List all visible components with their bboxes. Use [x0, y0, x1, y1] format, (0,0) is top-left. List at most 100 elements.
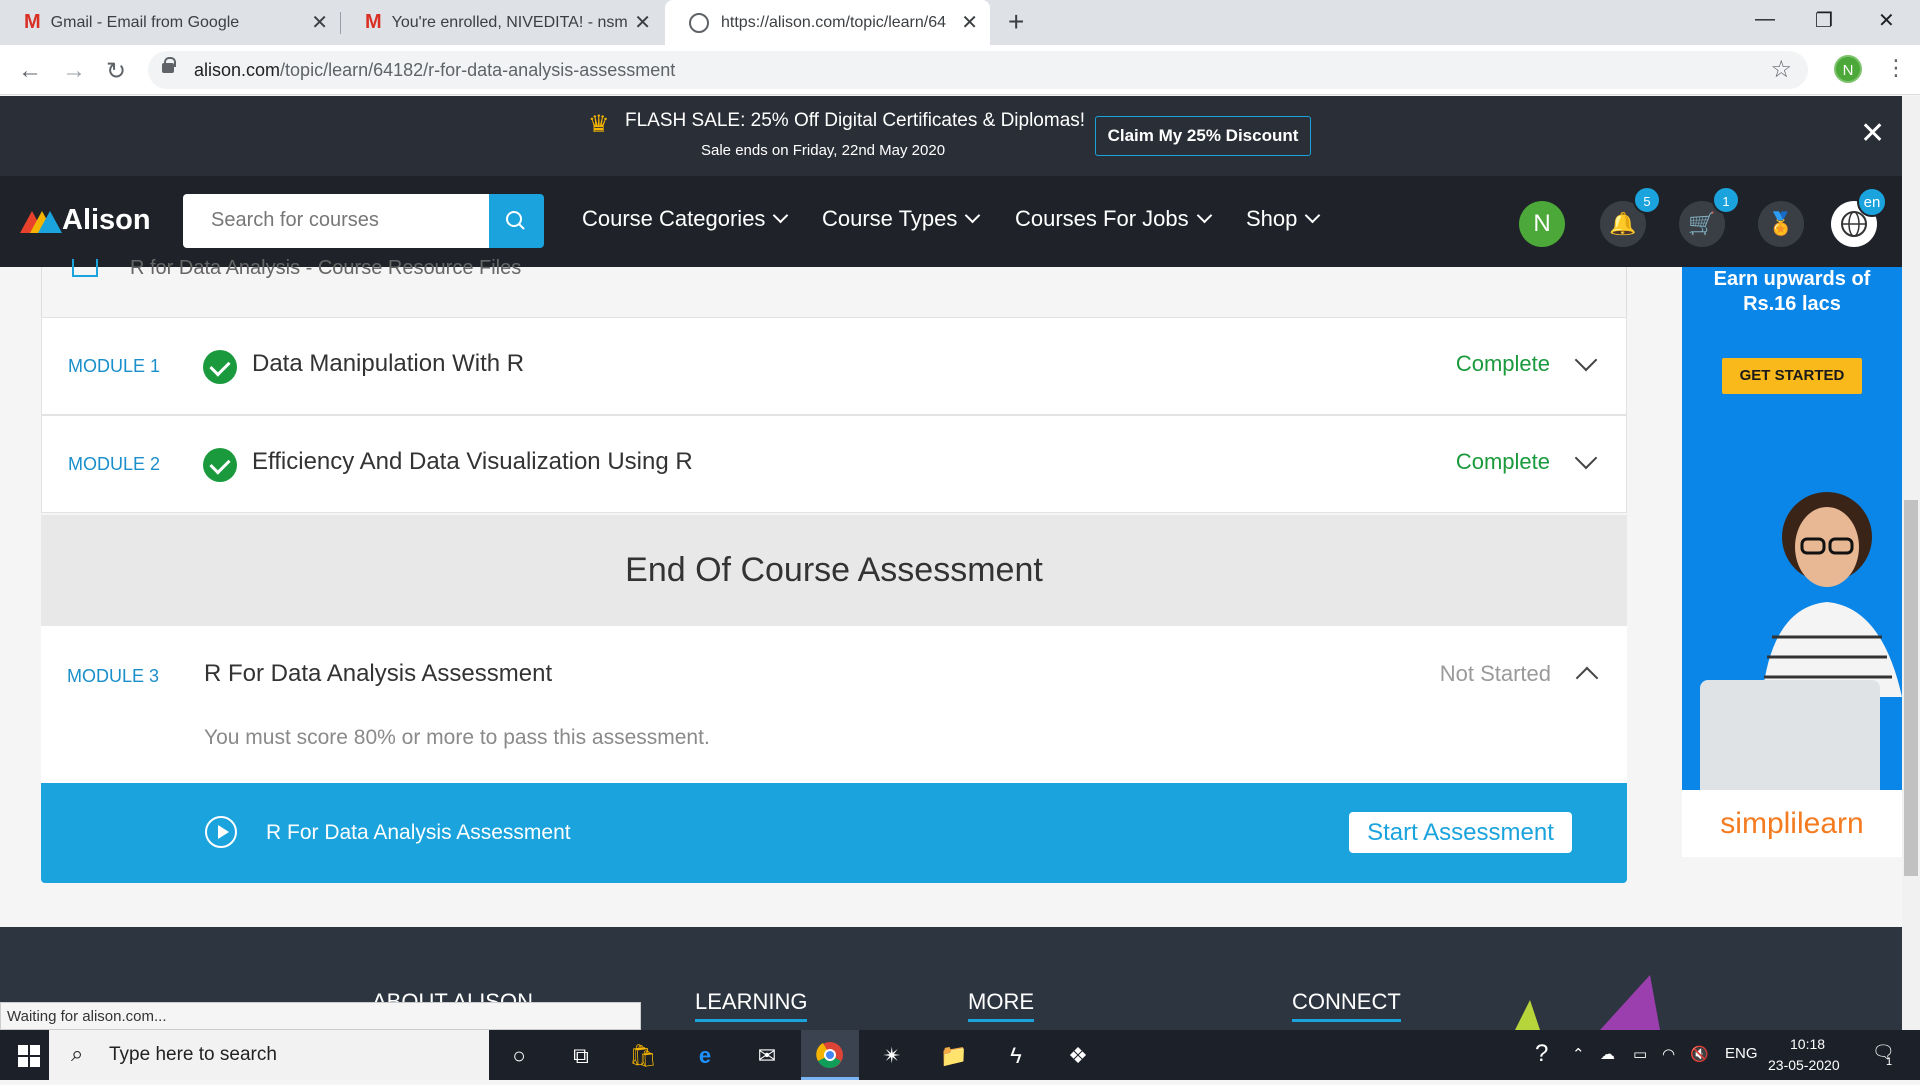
- taskbar-search-input[interactable]: ⌕ Type here to search: [49, 1030, 489, 1080]
- play-circle-icon: [205, 816, 237, 848]
- gmail-icon: M: [24, 11, 41, 33]
- forward-icon[interactable]: →: [62, 57, 86, 85]
- chevron-down-icon[interactable]: [1574, 446, 1598, 470]
- taskbar-search-placeholder: Type here to search: [109, 1044, 277, 1065]
- store-icon[interactable]: 🛍: [627, 1040, 659, 1072]
- claim-discount-button[interactable]: Claim My 25% Discount: [1095, 116, 1311, 156]
- decorative-triangles: [1515, 975, 1660, 1030]
- ad-headline: Earn upwards of Rs.16 lacs: [1713, 268, 1871, 315]
- woman-photo: [1762, 492, 1902, 697]
- chevron-up-icon[interactable]: [1575, 666, 1599, 690]
- clock-date[interactable]: 23-05-2020: [1768, 1057, 1840, 1073]
- assessment-module-row[interactable]: MODULE 3 R For Data Analysis Assessment …: [41, 626, 1627, 783]
- close-icon[interactable]: ✕: [1860, 116, 1885, 151]
- module-status: Not Started: [1439, 661, 1551, 686]
- ad-get-started-button[interactable]: GET STARTED: [1722, 358, 1862, 394]
- address-toolbar: ← → ↻ alison.com/topic/learn/64182/r-for…: [0, 45, 1920, 95]
- section-title: End Of Course Assessment: [625, 551, 1043, 589]
- scrollbar-thumb[interactable]: [1904, 500, 1918, 876]
- chrome-icon: [816, 1042, 843, 1068]
- menu-kebab-icon[interactable]: ⋮: [1885, 55, 1907, 81]
- promo-subtitle: Sale ends on Friday, 22nd May 2020: [701, 142, 946, 159]
- close-icon[interactable]: ✕: [634, 10, 651, 35]
- simplilearn-logo: simplilearn: [1682, 790, 1902, 857]
- globe-icon: [689, 12, 709, 33]
- task-view-icon[interactable]: ⧉: [565, 1040, 597, 1072]
- pinned-app-icon[interactable]: ✴: [876, 1040, 908, 1072]
- flash-sale-banner: ♛ FLASH SALE: 25% Off Digital Certificat…: [0, 96, 1902, 176]
- battery-icon[interactable]: ▭: [1633, 1045, 1647, 1063]
- page-scrollbar[interactable]: [1902, 96, 1920, 1030]
- chrome-taskbar-active[interactable]: [801, 1030, 859, 1080]
- help-icon[interactable]: ?: [1535, 1040, 1548, 1068]
- back-icon[interactable]: ←: [18, 57, 42, 85]
- volume-muted-icon[interactable]: 🔇: [1690, 1045, 1709, 1063]
- language-badge: en: [1857, 187, 1887, 217]
- alison-logo[interactable]: Alison: [20, 204, 151, 237]
- cortana-icon[interactable]: ○: [503, 1040, 535, 1072]
- resource-files-label: R for Data Analysis - Course Resource Fi…: [130, 257, 522, 279]
- close-icon[interactable]: ✕: [311, 10, 328, 35]
- simplilearn-ad[interactable]: Earn upwards of Rs.16 lacs GET STARTED si…: [1682, 267, 1902, 857]
- nav-shop[interactable]: Shop: [1246, 206, 1321, 232]
- assessment-item[interactable]: R For Data Analysis Assessment Start Ass…: [41, 783, 1627, 883]
- module-status: Complete: [1455, 449, 1550, 474]
- footer-heading-more[interactable]: MORE: [968, 989, 1034, 1022]
- medal-icon[interactable]: 🏅: [1758, 201, 1804, 247]
- chevron-up-icon[interactable]: ⌃: [1572, 1045, 1585, 1063]
- pass-requirement: You must score 80% or more to pass this …: [204, 726, 710, 749]
- browser-tab-strip: M Gmail - Email from Google ✕ M You're e…: [0, 0, 1920, 45]
- input-language[interactable]: ENG: [1725, 1045, 1758, 1062]
- gmail-icon: M: [365, 11, 382, 33]
- bookmark-star-icon[interactable]: ☆: [1770, 55, 1792, 84]
- module-title: R For Data Analysis Assessment: [204, 660, 553, 687]
- cloud-icon[interactable]: ☁: [1600, 1045, 1615, 1063]
- nav-course-categories[interactable]: Course Categories: [582, 206, 789, 232]
- windows-start-icon[interactable]: [18, 1045, 40, 1067]
- reload-icon[interactable]: ↻: [106, 57, 126, 86]
- chevron-down-icon: [965, 207, 981, 224]
- module-row[interactable]: MODULE 1 Data Manipulation With R Comple…: [41, 317, 1627, 415]
- promo-title: FLASH SALE: 25% Off Digital Certificates…: [625, 110, 1086, 131]
- wifi-icon[interactable]: ◠: [1662, 1045, 1675, 1063]
- edge-icon[interactable]: e: [689, 1040, 721, 1072]
- close-icon[interactable]: ✕: [961, 10, 978, 35]
- module-row[interactable]: MODULE 2 Efficiency And Data Visualizati…: [41, 415, 1627, 513]
- module-label: MODULE 1: [68, 356, 161, 376]
- browser-status-text: Waiting for alison.com...: [0, 1002, 641, 1030]
- logo-mark-icon: [20, 207, 62, 235]
- window-close-button[interactable]: ✕: [1878, 8, 1895, 33]
- clock-time[interactable]: 10:18: [1790, 1036, 1825, 1052]
- tab-title: https://alison.com/topic/learn/64: [721, 13, 947, 31]
- user-avatar[interactable]: N: [1519, 201, 1565, 247]
- footer-heading-connect[interactable]: CONNECT: [1292, 989, 1401, 1022]
- check-circle-icon: [203, 448, 237, 482]
- search-button[interactable]: [489, 194, 544, 248]
- nav-course-types[interactable]: Course Types: [822, 206, 981, 232]
- restore-button[interactable]: ❐: [1815, 8, 1833, 33]
- minimize-button[interactable]: —: [1755, 8, 1775, 31]
- url-bar[interactable]: alison.com/topic/learn/64182/r-for-data-…: [148, 51, 1808, 89]
- notification-badge: 5: [1633, 186, 1661, 214]
- profile-avatar[interactable]: N: [1834, 55, 1862, 83]
- file-explorer-icon[interactable]: 📁: [938, 1040, 970, 1072]
- mail-icon[interactable]: ✉: [751, 1040, 783, 1072]
- download-icon: [72, 259, 98, 277]
- pinned-app-bolt-icon[interactable]: ϟ: [1000, 1040, 1032, 1072]
- tab-title: Gmail - Email from Google: [50, 13, 240, 31]
- tab-enrolled[interactable]: M You're enrolled, NIVEDITA! - nsm ✕: [341, 0, 663, 45]
- tab-gmail[interactable]: M Gmail - Email from Google ✕: [0, 0, 340, 45]
- course-search-input[interactable]: Search for courses: [183, 194, 489, 248]
- dropbox-icon[interactable]: ❖: [1062, 1040, 1094, 1072]
- check-circle-icon: [203, 350, 237, 384]
- footer-heading-learning[interactable]: LEARNING: [695, 989, 808, 1022]
- start-assessment-button[interactable]: Start Assessment: [1349, 812, 1572, 853]
- module-status: Complete: [1455, 351, 1550, 376]
- resource-files-row[interactable]: R for Data Analysis - Course Resource Fi…: [41, 257, 1627, 317]
- tab-alison[interactable]: https://alison.com/topic/learn/64 ✕: [665, 0, 990, 45]
- module-title: Data Manipulation With R: [252, 350, 525, 377]
- nav-courses-for-jobs[interactable]: Courses For Jobs: [1015, 206, 1212, 232]
- new-tab-button[interactable]: +: [1008, 6, 1024, 38]
- chevron-down-icon[interactable]: [1574, 348, 1598, 372]
- module-label: MODULE 2: [68, 454, 161, 474]
